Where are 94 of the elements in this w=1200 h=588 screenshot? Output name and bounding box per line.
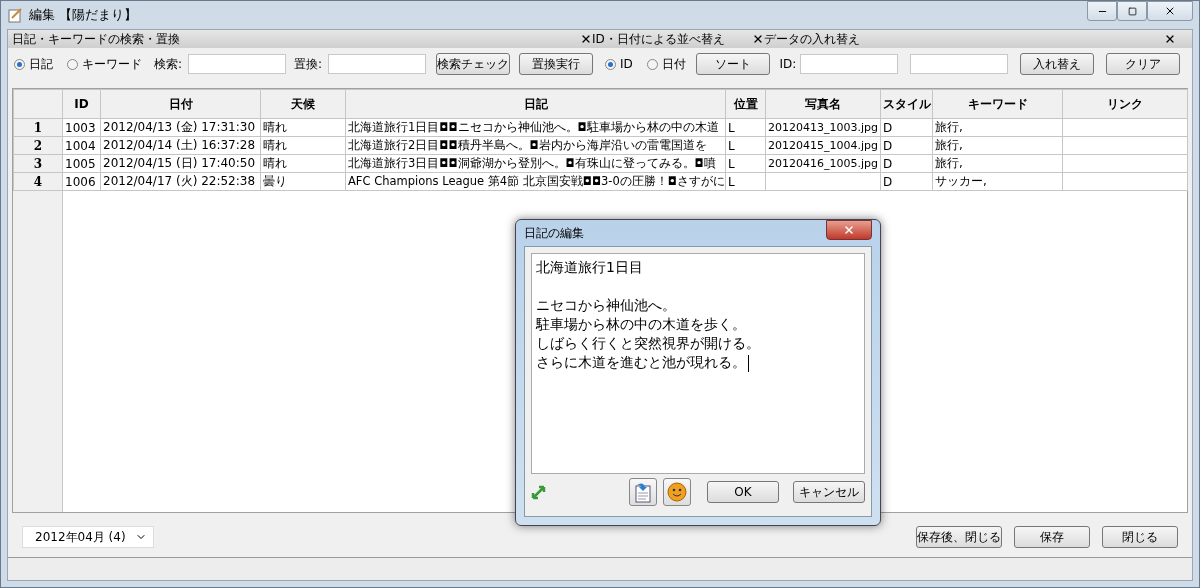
table-cell: AFC Champions League 第4節 北京国安戦◘◘3-0の圧勝！◘さすがに xyxy=(345,172,726,191)
table-cell: 2012/04/15 (日) 17:40:50 xyxy=(100,154,261,173)
table-cell: 旅行, xyxy=(932,136,1063,155)
table-cell: L xyxy=(725,118,766,137)
table-cell: 晴れ xyxy=(260,118,346,137)
action-button[interactable]: クリア xyxy=(1106,53,1180,75)
table-cell: 晴れ xyxy=(260,154,346,173)
radio-label: ID xyxy=(619,57,633,71)
footer-button[interactable]: 閉じる xyxy=(1102,526,1178,548)
column-header[interactable]: 日付 xyxy=(100,89,261,119)
dialog-button[interactable]: OK xyxy=(707,481,779,503)
text-line: 北海道旅行1日目 xyxy=(536,258,643,277)
table-cell: L xyxy=(725,136,766,155)
table-cell: D xyxy=(880,136,933,155)
panel-title: データの入れ替え xyxy=(764,30,861,48)
action-button[interactable]: 入れ替え xyxy=(1020,53,1095,75)
column-header[interactable]: 日記 xyxy=(345,89,726,119)
column-header[interactable]: キーワード xyxy=(932,89,1063,119)
table-cell: 北海道旅行2日目◘◘積丹半島へ。◘岩内から海岸沿いの雷電国道を xyxy=(345,136,726,155)
table-cell: 晴れ xyxy=(260,136,346,155)
table-cell: 曇り xyxy=(260,172,346,191)
action-button[interactable]: 置換実行 xyxy=(519,53,593,75)
column-header[interactable]: ID xyxy=(62,89,101,119)
diary-text-field[interactable]: 北海道旅行1日目 ニセコから神仙池へ。 駐車場から林の中の木道を歩く。 しばらく行くと突然視界が開ける。 さらに木道を進むと池が現れる。 xyxy=(531,253,865,474)
minimize-button[interactable] xyxy=(1087,1,1117,21)
radio-button[interactable] xyxy=(646,58,658,70)
id-field[interactable] xyxy=(910,54,1009,74)
import-button[interactable] xyxy=(629,478,657,506)
text-line: さらに木道を進むと池が現れる。 xyxy=(536,353,749,372)
close-icon[interactable] xyxy=(580,33,592,45)
table-cell: 北海道旅行3日目◘◘洞爺湖から登別へ。◘有珠山に登ってみる。◘噴 xyxy=(345,154,726,173)
table-cell: 1005 xyxy=(62,154,101,173)
table-cell: D xyxy=(880,118,933,137)
table-cell: 20120415_1004.jpg xyxy=(765,136,881,155)
maximize-icon xyxy=(1127,6,1137,16)
table-cell: 1003 xyxy=(62,118,101,137)
search-label: 検索: xyxy=(154,55,183,73)
replace-field[interactable] xyxy=(328,54,427,74)
table-cell: サッカー, xyxy=(932,172,1063,191)
table-cell: L xyxy=(725,154,766,173)
table-cell: L xyxy=(725,172,766,191)
table-cell: 旅行, xyxy=(932,118,1063,137)
table-cell: 1006 xyxy=(62,172,101,191)
replace-label: 置換: xyxy=(294,55,323,73)
radio-button[interactable] xyxy=(67,58,78,70)
table-cell: 旅行, xyxy=(932,154,1063,173)
close-button[interactable] xyxy=(826,220,872,240)
table-cell: 20120416_1005.jpg xyxy=(765,154,881,173)
close-icon[interactable] xyxy=(752,33,764,45)
radio-label: 日記 xyxy=(29,55,53,73)
text-cursor xyxy=(748,354,749,372)
radio-button[interactable] xyxy=(14,58,25,70)
table-cell: 北海道旅行1日目◘◘ニセコから神仙池へ。◘駐車場から林の中の木道 xyxy=(345,118,726,137)
id-field[interactable] xyxy=(800,54,899,74)
table-cell: D xyxy=(880,154,933,173)
table-cell: 2012/04/14 (土) 16:37:28 xyxy=(100,136,261,155)
emoji-button[interactable] xyxy=(663,478,691,506)
window-title: 編集 【陽だまり】 xyxy=(29,6,138,24)
column-header[interactable]: 天候 xyxy=(260,89,346,119)
month-dropdown[interactable]: 2012年04月 (4) xyxy=(22,526,154,548)
close-icon xyxy=(1164,5,1176,17)
table-cell: D xyxy=(880,172,933,191)
dialog-title: 日記の編集 xyxy=(524,224,584,242)
search-field[interactable] xyxy=(188,54,287,74)
close-icon xyxy=(843,224,855,236)
id-label: ID: xyxy=(779,57,797,71)
panel-title: ID・日付による並べ替え xyxy=(592,30,726,48)
resize-arrow-icon[interactable] xyxy=(531,484,547,500)
sort-button[interactable]: ソート xyxy=(695,53,770,75)
action-button[interactable]: 検索チェック xyxy=(436,53,511,75)
text-line: ニセコから神仙池へ。 xyxy=(536,296,676,315)
radio-button[interactable] xyxy=(604,58,616,70)
footer-button[interactable]: 保存後、閉じる xyxy=(916,526,1002,548)
radio-label: キーワード xyxy=(82,55,142,73)
column-header[interactable]: スタイル xyxy=(880,89,933,119)
panel-title: 日記・キーワードの検索・置換 xyxy=(12,30,181,48)
column-header[interactable]: 写真名 xyxy=(765,89,881,119)
close-button[interactable] xyxy=(1147,1,1193,21)
notepad-icon xyxy=(7,7,23,23)
table-cell: 1004 xyxy=(62,136,101,155)
radio-label: 日付 xyxy=(661,55,686,73)
corner-header xyxy=(13,89,63,119)
dialog-button[interactable]: キャンセル xyxy=(793,481,865,503)
text-line: しばらく行くと突然視界が開ける。 xyxy=(536,334,760,353)
table-cell: 2012/04/17 (火) 22:52:38 xyxy=(100,172,261,191)
text-line: 駐車場から林の中の木道を歩く。 xyxy=(536,315,746,334)
column-header[interactable]: 位置 xyxy=(725,89,766,119)
dropdown-value: 2012年04月 (4) xyxy=(35,528,126,546)
maximize-button[interactable] xyxy=(1117,1,1147,21)
table-cell: 2012/04/13 (金) 17:31:30 xyxy=(100,118,261,137)
footer-button[interactable]: 保存 xyxy=(1014,526,1090,548)
table-cell: 20120413_1003.jpg xyxy=(765,118,881,137)
close-icon[interactable] xyxy=(1164,33,1176,45)
column-header[interactable]: リンク xyxy=(1062,89,1188,119)
